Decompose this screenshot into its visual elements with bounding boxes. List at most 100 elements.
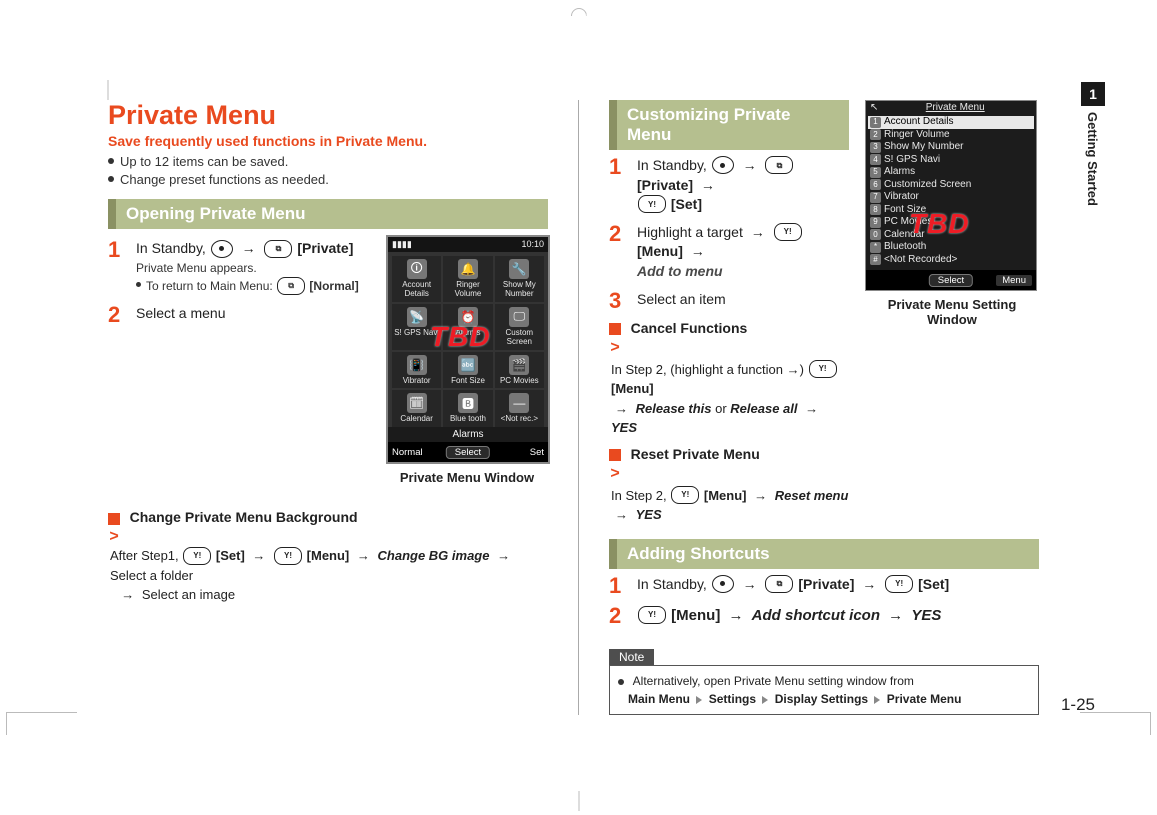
arrow-icon: → bbox=[805, 401, 818, 416]
path-item: Main Menu bbox=[628, 692, 690, 706]
softkey-left: Normal bbox=[392, 447, 423, 458]
opening-layout: 1 In Standby, → ⧉ [Private] Private Menu… bbox=[108, 235, 548, 495]
step-body: Highlight a target → Y! [Menu] → Add to … bbox=[637, 223, 849, 282]
chapter-label: Getting Started bbox=[1081, 106, 1100, 206]
app-label: S! GPS Navi bbox=[393, 329, 440, 338]
arrow-icon: → bbox=[701, 177, 715, 193]
list-item-number: 2 bbox=[870, 129, 881, 140]
arrow-icon: → bbox=[121, 587, 134, 602]
setting-list-item: 1Account Details bbox=[868, 116, 1034, 129]
app-label: Alarms bbox=[444, 329, 491, 338]
app-label: PC Movies bbox=[496, 377, 543, 386]
app-icon: 🖵 bbox=[509, 307, 529, 327]
list-item-label: Customized Screen bbox=[884, 179, 971, 192]
list-item-label: Show My Number bbox=[884, 141, 963, 154]
phone-softkeys: Normal Select Set bbox=[388, 442, 548, 462]
phone-screenshot-wrap: ▮▮▮▮ 10:10 🛈Account Details🔔Ringer Volum… bbox=[386, 235, 548, 495]
block-body: > In Step 2, Y! [Menu] → Reset menu → YE… bbox=[609, 462, 849, 525]
list-item-label: Font Size bbox=[884, 204, 926, 217]
list-item-number: 8 bbox=[870, 204, 881, 215]
setting-list-item: 5Alarms bbox=[868, 166, 1034, 179]
step-subtext: Private Menu appears. bbox=[136, 260, 374, 277]
setting-list-item: 4S! GPS Navi bbox=[868, 154, 1034, 167]
crop-registration bbox=[571, 8, 587, 24]
app-cell: 🔤Font Size bbox=[443, 352, 492, 389]
list-item-number: 0 bbox=[870, 229, 881, 240]
app-cell: 📡S! GPS Navi bbox=[392, 304, 441, 350]
list-item-label: Bluetooth bbox=[884, 241, 926, 254]
caret-icon bbox=[696, 696, 702, 704]
app-cell: 📳Vibrator bbox=[392, 352, 441, 389]
arrow-icon: → bbox=[357, 548, 370, 563]
arrow-icon: → bbox=[615, 401, 628, 416]
step-text: Select a menu bbox=[136, 305, 226, 321]
setting-list-item: 3Show My Number bbox=[868, 141, 1034, 154]
path-item: Private Menu bbox=[887, 692, 962, 706]
section-heading-shortcuts: Adding Shortcuts bbox=[609, 539, 1039, 569]
list-item-number: 6 bbox=[870, 179, 881, 190]
step-number: 3 bbox=[609, 290, 627, 312]
arrow-icon: → bbox=[743, 576, 757, 592]
app-cell: 🗓Calendar bbox=[392, 390, 441, 427]
app-cell: — <Not rec.> bbox=[495, 390, 544, 427]
setting-titlebar: ↖ Private Menu bbox=[866, 101, 1036, 114]
list-item-number: 7 bbox=[870, 192, 881, 203]
arrow-icon: → bbox=[862, 576, 876, 592]
softkey-right: Menu bbox=[996, 275, 1032, 286]
step: 2 Select a menu bbox=[108, 304, 374, 326]
chapter-number: 1 bbox=[1081, 82, 1105, 106]
arrow-icon: → bbox=[242, 240, 256, 256]
page-title: Private Menu bbox=[108, 100, 548, 131]
tv-key-icon: ⧉ bbox=[765, 575, 793, 593]
page-subtitle: Save frequently used functions in Privat… bbox=[108, 133, 548, 149]
arrow-icon: → bbox=[497, 548, 510, 563]
app-label: <Not rec.> bbox=[496, 415, 543, 424]
opening-steps: 1 In Standby, → ⧉ [Private] Private Menu… bbox=[108, 235, 374, 495]
back-arrow-icon: ↖ bbox=[870, 102, 878, 113]
softkey-center: Select bbox=[446, 446, 490, 459]
crop-mark-bl bbox=[6, 712, 77, 735]
note-bullet bbox=[618, 674, 630, 688]
app-icon: — bbox=[509, 393, 529, 413]
y-key-icon: Y! bbox=[885, 575, 913, 593]
reset-menu-block: Reset Private Menu > In Step 2, Y! [Menu… bbox=[609, 446, 849, 525]
softkey-right: Set bbox=[530, 447, 544, 458]
setting-window-wrap: ↖ Private Menu 1Account Details2Ringer V… bbox=[865, 100, 1039, 525]
page-number: 1-25 bbox=[1061, 695, 1095, 715]
arrow-icon: → bbox=[615, 507, 628, 522]
setting-title: Private Menu bbox=[878, 102, 1032, 113]
caret-icon bbox=[874, 696, 880, 704]
step: 1 In Standby, → ⧉ [Private] Private Menu… bbox=[108, 239, 374, 295]
app-label: Vibrator bbox=[393, 377, 440, 386]
app-label: Show My Number bbox=[496, 281, 543, 299]
setting-list-item: #<Not Recorded> bbox=[868, 254, 1034, 267]
setting-list-item: 2Ringer Volume bbox=[868, 129, 1034, 142]
phone-setting-window: ↖ Private Menu 1Account Details2Ringer V… bbox=[865, 100, 1037, 291]
step-body: In Standby, → ⧉ [Private] Private Menu a… bbox=[136, 239, 374, 295]
phone-caption: Private Menu Window bbox=[386, 470, 548, 485]
path-item: Settings bbox=[709, 692, 756, 706]
customizing-steps: Customizing Private Menu 1 In Standby, →… bbox=[609, 100, 849, 525]
section-heading-opening: Opening Private Menu bbox=[108, 199, 548, 229]
block-title: Change Private Menu Background bbox=[130, 509, 358, 525]
step-number: 2 bbox=[609, 605, 627, 627]
list-item-label: Ringer Volume bbox=[884, 129, 950, 142]
arrow-icon: → bbox=[252, 548, 265, 563]
intro-bullets: Up to 12 items can be saved. Change pres… bbox=[108, 153, 548, 189]
note-body: Alternatively, open Private Menu setting… bbox=[609, 665, 1039, 715]
list-item-number: * bbox=[870, 242, 881, 253]
section-heading-customizing: Customizing Private Menu bbox=[609, 100, 849, 150]
tv-key-icon: ⧉ bbox=[264, 240, 292, 258]
crop-mark-top bbox=[108, 80, 109, 100]
list-item-number: 1 bbox=[870, 117, 881, 128]
square-bullet-icon bbox=[609, 449, 621, 461]
list-item-number: 4 bbox=[870, 154, 881, 165]
square-bullet-icon bbox=[609, 323, 621, 335]
y-key-icon: Y! bbox=[638, 195, 666, 213]
key-label: [Private] bbox=[297, 240, 353, 256]
setting-list-item: 7Vibrator bbox=[868, 191, 1034, 204]
app-icon: 🅱 bbox=[458, 393, 478, 413]
phone-statusbar: ▮▮▮▮ 10:10 bbox=[388, 237, 548, 252]
step: 2 Y! [Menu] → Add shortcut icon → YES bbox=[609, 605, 1039, 627]
block-body: > After Step1, Y! [Set] → Y! [Menu] → Ch… bbox=[108, 528, 548, 605]
